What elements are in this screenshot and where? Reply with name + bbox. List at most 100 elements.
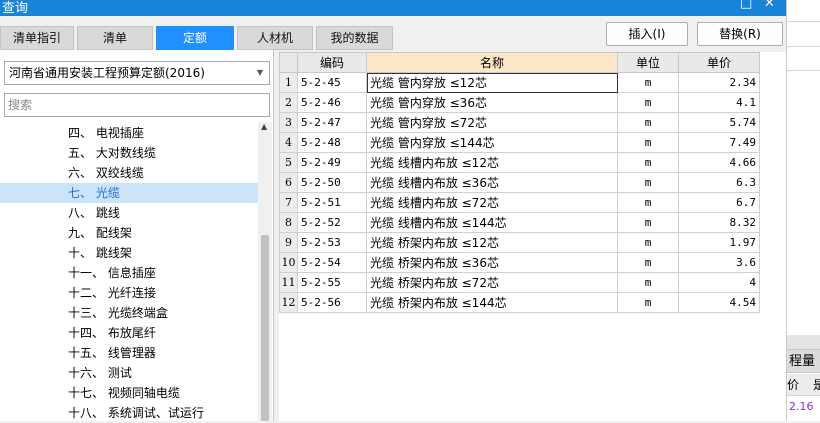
table-row[interactable]: 4 5-2-48 光缆 管内穿放 ≤144芯 m 7.49 (279, 132, 760, 153)
cell-price[interactable]: 5.74 (678, 112, 760, 133)
cell-unit[interactable]: m (617, 272, 679, 293)
cell-name[interactable]: 光缆 桥架内布放 ≤144芯 (366, 292, 618, 313)
cell-name[interactable]: 光缆 线槽内布放 ≤12芯 (366, 152, 618, 173)
cell-price[interactable]: 7.49 (678, 132, 760, 153)
row-number[interactable]: 10 (279, 252, 298, 273)
table-row[interactable]: 10 5-2-54 光缆 桥架内布放 ≤36芯 m 3.6 (279, 252, 760, 273)
cell-code[interactable]: 5-2-50 (297, 172, 367, 193)
table-row[interactable]: 12 5-2-56 光缆 桥架内布放 ≤144芯 m 4.54 (279, 292, 760, 313)
cell-code[interactable]: 5-2-54 (297, 252, 367, 273)
table-row[interactable]: 6 5-2-50 光缆 线槽内布放 ≤36芯 m 6.3 (279, 172, 760, 193)
cell-code[interactable]: 5-2-52 (297, 212, 367, 233)
tree-scrollbar[interactable]: ▲ (258, 122, 272, 421)
table-row[interactable]: 11 5-2-55 光缆 桥架内布放 ≤72芯 m 4 (279, 272, 760, 293)
row-number[interactable]: 1 (279, 72, 298, 93)
cell-price[interactable]: 8.32 (678, 212, 760, 233)
tree-item[interactable]: 六、 双绞线缆 (0, 163, 258, 183)
cell-price[interactable]: 4.1 (678, 92, 760, 113)
cell-unit[interactable]: m (617, 152, 679, 173)
row-number[interactable]: 4 (279, 132, 298, 153)
cell-price[interactable]: 6.7 (678, 192, 760, 213)
tab-my-data[interactable]: 我的数据 (316, 26, 393, 50)
cell-unit[interactable]: m (617, 292, 679, 313)
cell-code[interactable]: 5-2-53 (297, 232, 367, 253)
tab-labor-material-machine[interactable]: 人材机 (237, 26, 313, 50)
tree-item[interactable]: 十一、 信息插座 (0, 263, 258, 283)
table-row[interactable]: 5 5-2-49 光缆 线槽内布放 ≤12芯 m 4.66 (279, 152, 760, 173)
cell-price[interactable]: 4.66 (678, 152, 760, 173)
quota-library-select[interactable]: 河南省通用安装工程预算定额(2016) ▼ (4, 61, 270, 85)
cell-name[interactable]: 光缆 管内穿放 ≤144芯 (366, 132, 618, 153)
cell-unit[interactable]: m (617, 252, 679, 273)
cell-price[interactable]: 1.97 (678, 232, 760, 253)
tab-bill-guide[interactable]: 清单指引 (0, 26, 74, 50)
tree-item[interactable]: 十五、 线管理器 (0, 343, 258, 363)
cell-unit[interactable]: m (617, 132, 679, 153)
cell-code[interactable]: 5-2-45 (297, 72, 367, 93)
column-header-unit[interactable]: 单位 (617, 52, 679, 73)
cell-price[interactable]: 3.6 (678, 252, 760, 273)
row-number[interactable]: 5 (279, 152, 298, 173)
row-number[interactable]: 7 (279, 192, 298, 213)
table-row[interactable]: 7 5-2-51 光缆 线槽内布放 ≤72芯 m 6.7 (279, 192, 760, 213)
scrollbar-thumb[interactable] (261, 235, 269, 421)
chevron-down-icon[interactable]: ▼ (257, 62, 263, 84)
tree-item[interactable]: 七、 光缆 (0, 183, 258, 203)
replace-button[interactable]: 替换(R) (697, 22, 783, 46)
cell-unit[interactable]: m (617, 92, 679, 113)
cell-name[interactable]: 光缆 线槽内布放 ≤144芯 (366, 212, 618, 233)
cell-unit[interactable]: m (617, 192, 679, 213)
cell-code[interactable]: 5-2-49 (297, 152, 367, 173)
cell-unit[interactable]: m (617, 112, 679, 133)
cell-price[interactable]: 6.3 (678, 172, 760, 193)
cell-name[interactable]: 光缆 管内穿放 ≤36芯 (366, 92, 618, 113)
row-number[interactable]: 12 (279, 292, 298, 313)
cell-unit[interactable]: m (617, 172, 679, 193)
tab-quota[interactable]: 定额 (156, 26, 234, 50)
background-tab-label[interactable]: 程量 (787, 349, 820, 373)
cell-price[interactable]: 4 (678, 272, 760, 293)
cell-unit[interactable]: m (617, 72, 679, 93)
tree-item[interactable]: 九、 配线架 (0, 223, 258, 243)
table-row[interactable]: 1 5-2-45 光缆 管内穿放 ≤12芯 m 2.34 (279, 72, 760, 93)
row-number[interactable]: 6 (279, 172, 298, 193)
tree-item[interactable]: 十七、 视频同轴电缆 (0, 383, 258, 403)
cell-price[interactable]: 2.34 (678, 72, 760, 93)
insert-button[interactable]: 插入(I) (606, 22, 688, 46)
column-header-code[interactable]: 编码 (297, 52, 367, 73)
cell-price[interactable]: 4.54 (678, 292, 760, 313)
table-row[interactable]: 8 5-2-52 光缆 线槽内布放 ≤144芯 m 8.32 (279, 212, 760, 233)
cell-unit[interactable]: m (617, 232, 679, 253)
cell-code[interactable]: 5-2-56 (297, 292, 367, 313)
tree-item[interactable]: 四、 电视插座 (0, 123, 258, 143)
tree-item[interactable]: 十、 跳线架 (0, 243, 258, 263)
cell-name[interactable]: 光缆 桥架内布放 ≤72芯 (366, 272, 618, 293)
cell-name[interactable]: 光缆 线槽内布放 ≤72芯 (366, 192, 618, 213)
cell-code[interactable]: 5-2-47 (297, 112, 367, 133)
tree-item[interactable]: 八、 跳线 (0, 203, 258, 223)
row-number[interactable]: 11 (279, 272, 298, 293)
tab-bill[interactable]: 清单 (77, 26, 153, 50)
table-row[interactable]: 2 5-2-46 光缆 管内穿放 ≤36芯 m 4.1 (279, 92, 760, 113)
row-number[interactable]: 3 (279, 112, 298, 133)
cell-unit[interactable]: m (617, 212, 679, 233)
tree-item[interactable]: 十六、 测试 (0, 363, 258, 383)
cell-code[interactable]: 5-2-46 (297, 92, 367, 113)
cell-code[interactable]: 5-2-48 (297, 132, 367, 153)
tree-item[interactable]: 十三、 光缆终端盒 (0, 303, 258, 323)
scroll-up-icon[interactable]: ▲ (261, 122, 267, 131)
table-row[interactable]: 9 5-2-53 光缆 桥架内布放 ≤12芯 m 1.97 (279, 232, 760, 253)
cell-name[interactable]: 光缆 桥架内布放 ≤12芯 (366, 232, 618, 253)
tree-item[interactable]: 五、 大对数线缆 (0, 143, 258, 163)
close-icon[interactable]: ✕ (764, 0, 775, 11)
tree-item[interactable]: 十八、 系统调试、试运行 (0, 403, 258, 423)
column-header-name[interactable]: 名称 (366, 52, 618, 73)
table-row[interactable]: 3 5-2-47 光缆 管内穿放 ≤72芯 m 5.74 (279, 112, 760, 133)
cell-code[interactable]: 5-2-55 (297, 272, 367, 293)
cell-name[interactable]: 光缆 桥架内布放 ≤36芯 (366, 252, 618, 273)
cell-name[interactable]: 光缆 线槽内布放 ≤36芯 (366, 172, 618, 193)
row-number[interactable]: 9 (279, 232, 298, 253)
row-number[interactable]: 2 (279, 92, 298, 113)
column-header-price[interactable]: 单价 (678, 52, 760, 73)
cell-name[interactable]: 光缆 管内穿放 ≤72芯 (366, 112, 618, 133)
